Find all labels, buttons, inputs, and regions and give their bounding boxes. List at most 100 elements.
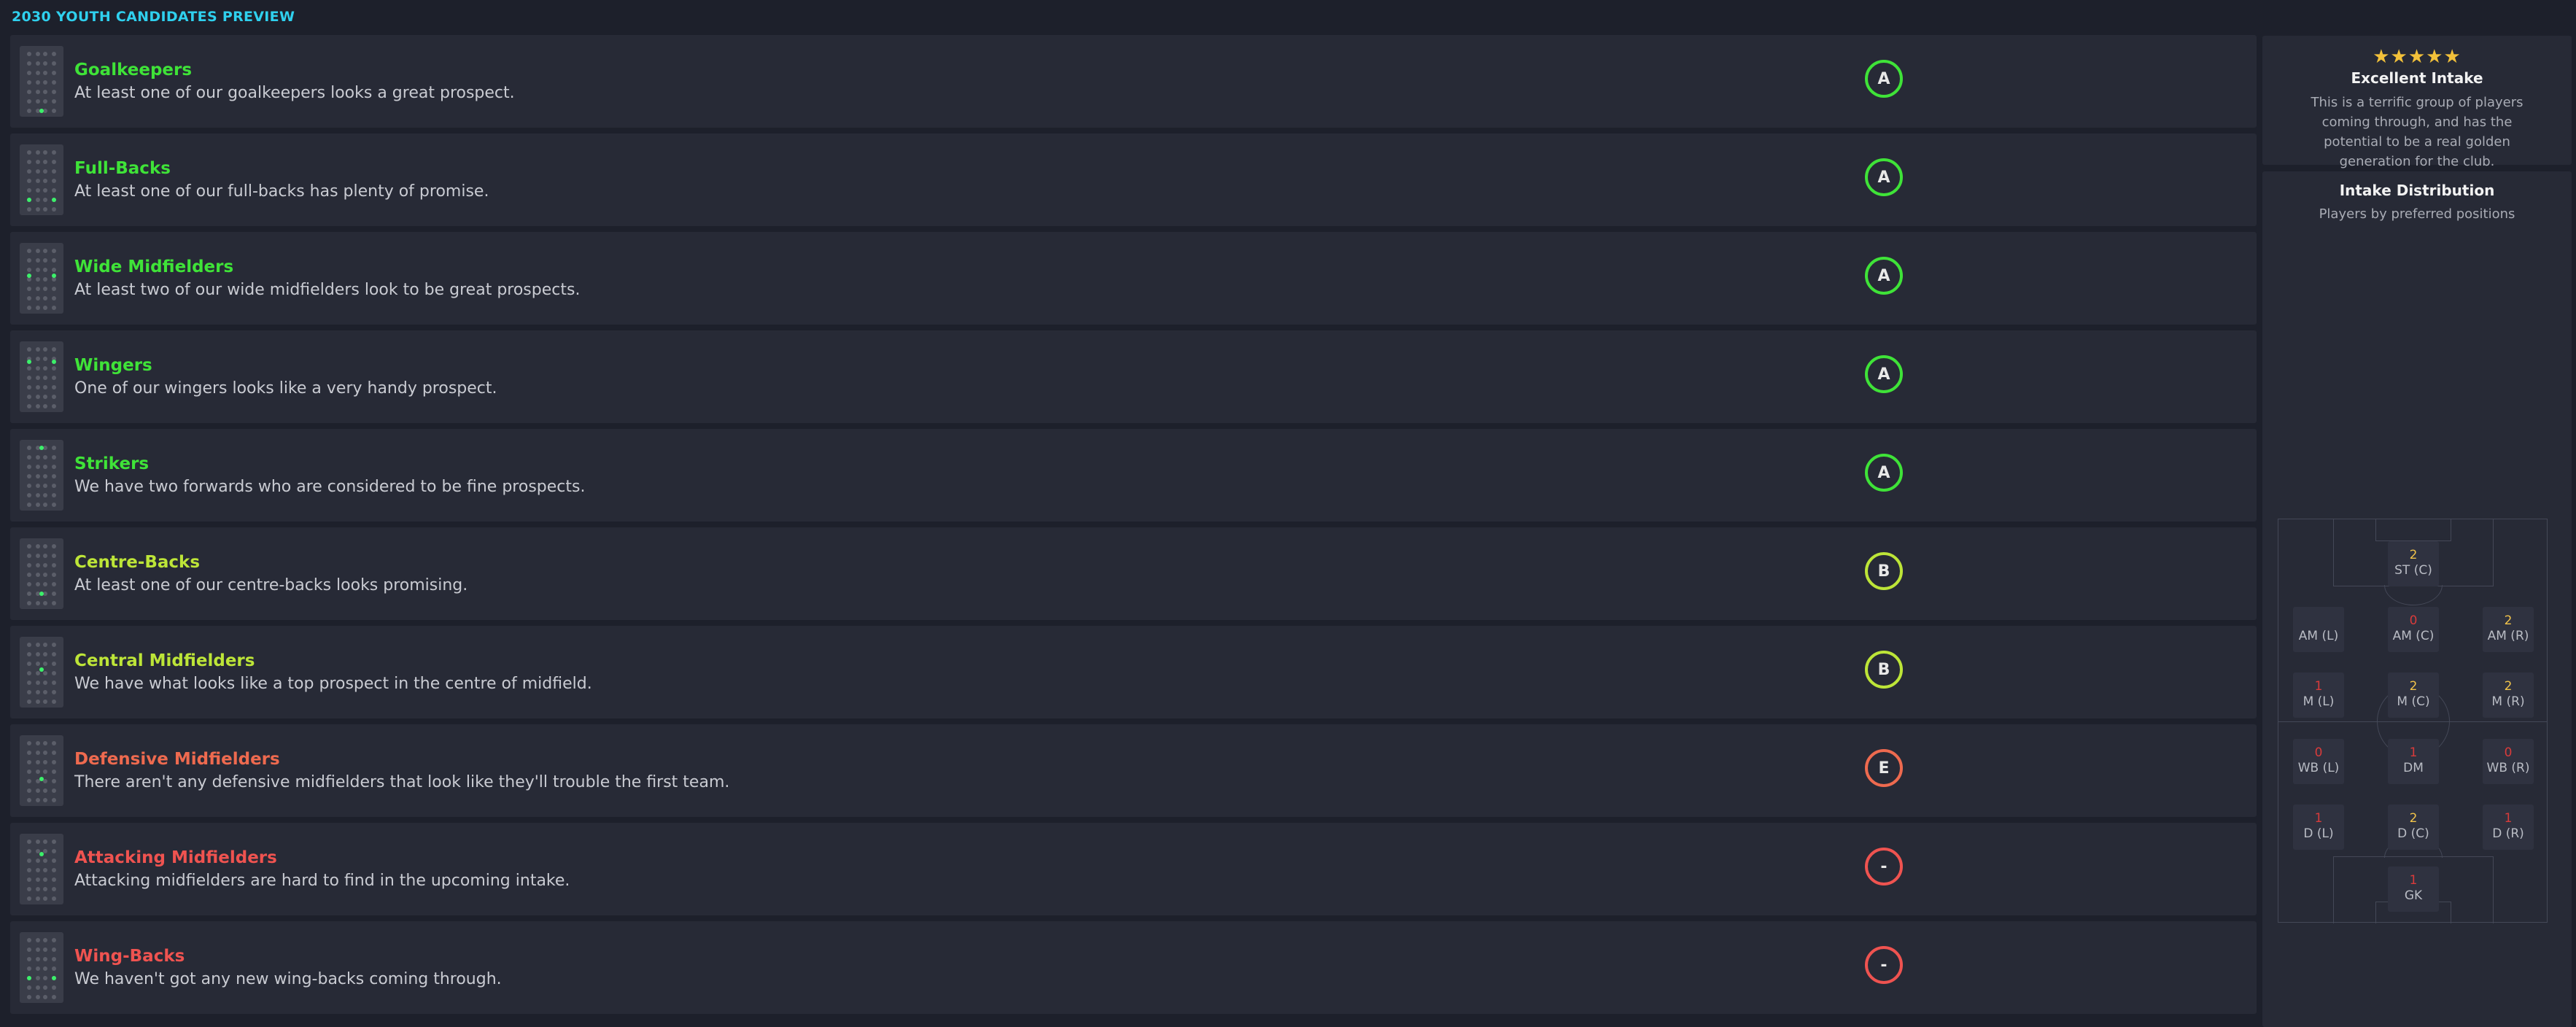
position-row[interactable]: Strikers We have two forwards who are co… [10, 429, 2257, 522]
position-count: 1 [2409, 873, 2418, 888]
pitch-dot [27, 840, 31, 844]
pitch-dot [27, 277, 31, 282]
position-row[interactable]: Centre-Backs At least one of our centre-… [10, 527, 2257, 620]
position-row[interactable]: Attacking Midfielders Attacking midfield… [10, 823, 2257, 915]
pitch-dot [52, 554, 56, 558]
pitch-dot [43, 563, 47, 567]
position-am-r[interactable]: 2 AM (R) [2483, 607, 2534, 652]
pitch-dot [36, 544, 40, 549]
pitch-dot [52, 995, 56, 999]
pitch-dot [43, 976, 47, 980]
pitch-dot [52, 99, 56, 104]
position-row[interactable]: Goalkeepers At least one of our goalkeep… [10, 35, 2257, 128]
position-m-c[interactable]: 2M (C) [2388, 673, 2439, 718]
pitch-dot [27, 662, 31, 666]
pitch-dot [52, 484, 56, 488]
pitch-dot [43, 662, 47, 666]
position-d-l[interactable]: 1D (L) [2293, 805, 2344, 850]
pitch-dot [43, 207, 47, 212]
pitch-dot [27, 61, 31, 66]
position-am-l[interactable]: AM (L) [2293, 607, 2344, 652]
pitch-dot [52, 404, 56, 408]
position-wb-r[interactable]: 0 WB (R) [2483, 739, 2534, 784]
pitch-dot-highlight [39, 592, 44, 596]
position-row[interactable]: Full-Backs At least one of our full-back… [10, 133, 2257, 226]
pitch-dot [52, 376, 56, 380]
pitch-dot [43, 484, 47, 488]
position-m-l[interactable]: 1M (L) [2293, 673, 2344, 718]
pitch-dot [52, 258, 56, 263]
pitch-dot [36, 563, 40, 567]
position-wb-l[interactable]: 0 WB (L) [2293, 739, 2344, 784]
position-title: Wide Midfielders [74, 257, 234, 276]
pitch-dot [36, 188, 40, 193]
pitch-dot [43, 474, 47, 478]
pitch-dot [27, 592, 31, 596]
position-description: There aren't any defensive midfielders t… [74, 773, 730, 791]
pitch-dot [52, 760, 56, 764]
pitch-dot [52, 877, 56, 882]
position-row[interactable]: Defensive Midfielders There aren't any d… [10, 724, 2257, 817]
position-count: 2 [2504, 679, 2513, 694]
pitch-dot-highlight [39, 109, 44, 113]
pitch-dot-highlight [27, 273, 31, 278]
pitch-dot [36, 681, 40, 685]
position-label: DM [2403, 761, 2424, 775]
position-d-r[interactable]: 1D (R) [2483, 805, 2534, 850]
position-label: D (C) [2397, 826, 2429, 841]
pitch-dot [27, 465, 31, 469]
position-row[interactable]: Central Midfielders We have what looks l… [10, 626, 2257, 718]
pitch-dot [36, 249, 40, 253]
position-count: 2 [2409, 548, 2418, 562]
position-w-icon [20, 341, 63, 412]
grade-badge: A [1865, 257, 1903, 295]
position-count: 1 [2504, 811, 2513, 826]
position-label: WB (L) [2297, 761, 2340, 775]
pitch-dot [27, 957, 31, 961]
pitch-dot [27, 474, 31, 478]
pitch-dot [27, 404, 31, 408]
pitch-dot [27, 896, 31, 901]
position-count: 0 [2409, 613, 2418, 628]
position-wb-icon [20, 932, 63, 1003]
pitch-dot [27, 503, 31, 507]
page-title: 2030 YOUTH CANDIDATES PREVIEW [12, 9, 295, 25]
position-title: Strikers [74, 454, 150, 473]
pitch-dot [43, 493, 47, 497]
pitch-dot [36, 80, 40, 85]
position-dm[interactable]: 1 DM [2388, 739, 2439, 784]
pitch-dot [52, 52, 56, 56]
pitch-dot [43, 52, 47, 56]
pitch-dot [36, 662, 40, 666]
pitch-dot [36, 61, 40, 66]
pitch-dot [52, 474, 56, 478]
grade-badge: B [1865, 651, 1903, 689]
pitch-dot [43, 80, 47, 85]
pitch-dot [43, 198, 47, 202]
pitch-dot [43, 160, 47, 164]
pitch-dot [27, 877, 31, 882]
position-am-c[interactable]: 0 AM (C) [2388, 607, 2439, 652]
position-d-c[interactable]: 2D (C) [2388, 805, 2439, 850]
position-st-c[interactable]: 2 ST (C) [2388, 541, 2439, 586]
position-description: At least one of our goalkeepers looks a … [74, 84, 515, 102]
pitch-dot [36, 366, 40, 371]
pitch-dot [36, 976, 40, 980]
pitch-dot [52, 957, 56, 961]
position-row[interactable]: Wingers One of our wingers looks like a … [10, 330, 2257, 423]
pitch-dot [43, 601, 47, 605]
distribution-title: Intake Distribution [2339, 182, 2495, 199]
pitch-dot [43, 985, 47, 990]
position-gk[interactable]: 1 GK [2388, 867, 2439, 912]
pitch-dot [27, 652, 31, 656]
pitch-dot [36, 770, 40, 774]
pitch-dot [27, 563, 31, 567]
pitch-dot [27, 798, 31, 802]
grade-badge: E [1865, 749, 1903, 787]
pitch-dot [43, 258, 47, 263]
position-row[interactable]: Wing-Backs We haven't got any new wing-b… [10, 921, 2257, 1014]
position-fb-icon [20, 144, 63, 215]
position-m-r[interactable]: 2M (R) [2483, 673, 2534, 718]
grade-badge: - [1865, 946, 1903, 984]
position-row[interactable]: Wide Midfielders At least two of our wid… [10, 232, 2257, 325]
